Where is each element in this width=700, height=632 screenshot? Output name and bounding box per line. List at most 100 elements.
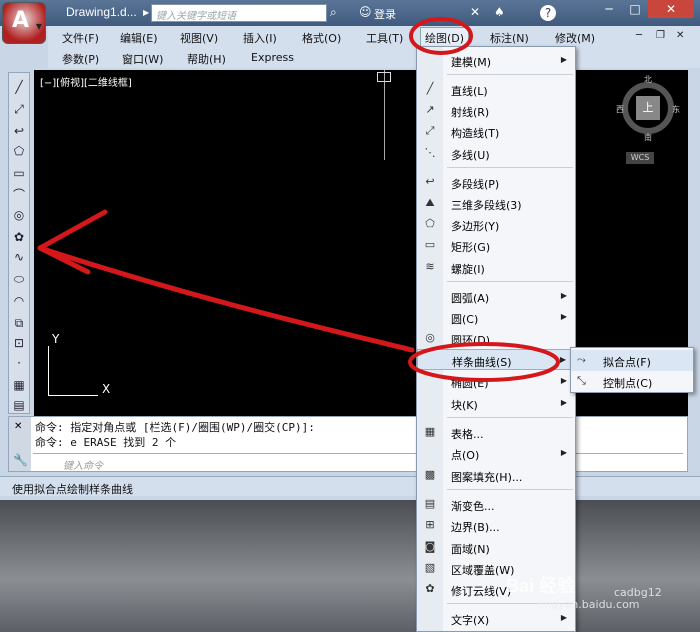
viewcube-top-face[interactable]: 上 xyxy=(636,96,660,120)
menu-item-gradient[interactable]: ▤ 渐变色... xyxy=(417,494,575,515)
menu-item-modeling[interactable]: 建模(M) ▶ xyxy=(417,50,575,71)
mdi-restore-icon[interactable]: ❐ xyxy=(656,30,665,41)
menu-file[interactable]: 文件(F) xyxy=(62,30,99,46)
hatch-icon: ▩ xyxy=(424,468,436,481)
application-menu-button[interactable]: A ▼ xyxy=(2,2,46,44)
menu-view[interactable]: 视图(V) xyxy=(180,30,218,46)
insert-block-icon[interactable]: ⧉ xyxy=(11,315,27,331)
menu-item-label: 面域(N) xyxy=(451,543,490,556)
menu-item-pline[interactable]: ↩ 多段线(P) xyxy=(417,172,575,193)
menu-item-label: 表格... xyxy=(451,428,484,441)
ellipse-icon[interactable]: ⬭ xyxy=(11,271,27,287)
menu-item-helix[interactable]: ≋ 螺旋(I) xyxy=(417,257,575,278)
menu-item-label: 直线(L) xyxy=(451,85,488,98)
wrench-icon[interactable]: 🔧 xyxy=(13,453,28,467)
viewport-controls-label[interactable]: [−][俯视][二维线框] xyxy=(40,74,132,89)
menu-item-text[interactable]: 文字(X) ▶ xyxy=(417,608,575,629)
ellipse-arc-icon[interactable]: ◠ xyxy=(11,293,27,309)
gradient-icon[interactable]: ▤ xyxy=(11,397,27,413)
point-icon[interactable]: · xyxy=(11,355,27,371)
menu-item-ellipse[interactable]: 椭圆(E) ▶ xyxy=(417,371,575,392)
menu-item-rectangle[interactable]: ▭ 矩形(G) xyxy=(417,235,575,256)
submenu-item-control-vertices[interactable]: ⤡ 控制点(C) xyxy=(571,371,693,392)
close-icon[interactable]: ✕ xyxy=(14,421,22,432)
menu-item-label: 多段线(P) xyxy=(451,178,500,191)
menu-express[interactable]: Express xyxy=(251,51,294,64)
menu-item-label: 样条曲线(S) xyxy=(452,356,512,369)
command-input[interactable]: 键入命令 xyxy=(33,453,683,472)
a360-icon[interactable]: ♠ xyxy=(494,5,505,19)
make-block-icon[interactable]: ⊡ xyxy=(11,335,27,351)
pline-icon[interactable]: ↩ xyxy=(11,123,27,139)
menu-modify[interactable]: 修改(M) xyxy=(555,30,595,46)
maximize-icon[interactable]: □ xyxy=(622,0,648,18)
submenu-arrow-icon: ▶ xyxy=(560,448,567,457)
compass-east[interactable]: 东 xyxy=(672,104,680,115)
compass-north[interactable]: 北 xyxy=(644,74,652,85)
menu-item-label: 点(O) xyxy=(451,449,480,462)
menu-item-label: 螺旋(I) xyxy=(451,263,485,276)
viewcube[interactable]: 上 xyxy=(622,82,674,134)
wcs-menu[interactable]: WCS xyxy=(626,152,654,164)
command-window-handle[interactable]: ✕ 🔧 xyxy=(9,417,31,471)
pline-icon: ↩ xyxy=(425,175,435,188)
menu-item-circle[interactable]: 圆(C) ▶ xyxy=(417,307,575,328)
menu-format[interactable]: 格式(O) xyxy=(302,30,341,46)
binoculars-icon[interactable]: ⌕ xyxy=(330,5,337,20)
menu-item-region[interactable]: ◙ 面域(N) xyxy=(417,537,575,558)
arc-icon[interactable]: ⌒ xyxy=(11,187,27,203)
menu-item-label: 多线(U) xyxy=(451,149,490,162)
spline-icon[interactable]: ∿ xyxy=(11,249,27,265)
menu-item-polygon[interactable]: ⬠ 多边形(Y) xyxy=(417,214,575,235)
drawing-canvas[interactable]: [−][俯视][二维线框] Y X xyxy=(34,70,417,416)
menu-item-point[interactable]: 点(O) ▶ xyxy=(417,443,575,464)
menu-parameters[interactable]: 参数(P) xyxy=(62,51,99,67)
mdi-minimize-icon[interactable]: ─ xyxy=(636,30,642,41)
menu-dimension[interactable]: 标注(N) xyxy=(490,30,529,46)
minimize-icon[interactable]: ─ xyxy=(596,0,622,18)
menu-item-donut[interactable]: ◎ 圆环(D) xyxy=(417,328,575,349)
hatch-icon[interactable]: ▦ xyxy=(11,377,27,393)
menu-help[interactable]: 帮助(H) xyxy=(187,51,226,67)
help-button[interactable]: ? xyxy=(540,5,556,21)
close-icon[interactable]: ✕ xyxy=(648,0,694,18)
spline-cv-icon: ⤡ xyxy=(577,374,586,387)
menu-item-hatch[interactable]: ▩ 图案填充(H)... xyxy=(417,465,575,486)
login-button[interactable]: 登录 xyxy=(374,6,396,22)
menu-item-mline[interactable]: ⋱ 多线(U) xyxy=(417,143,575,164)
compass-south[interactable]: 南 xyxy=(644,132,652,143)
menu-item-spline[interactable]: 样条曲线(S) ▶ xyxy=(417,349,575,370)
baidu-watermark-url: jingyan.baidu.com xyxy=(538,598,640,611)
compass-west[interactable]: 西 xyxy=(616,104,624,115)
menu-item-xline[interactable]: ⤢ 构造线(T) xyxy=(417,121,575,142)
menu-item-block[interactable]: 块(K) ▶ xyxy=(417,393,575,414)
menu-item-line[interactable]: ╱ 直线(L) xyxy=(417,79,575,100)
line-icon[interactable]: ╱ xyxy=(11,79,27,95)
submenu-item-fit-points[interactable]: ⤳ 拟合点(F) xyxy=(571,350,693,371)
revcloud-icon[interactable]: ✿ xyxy=(11,229,27,245)
menu-item-label: 圆(C) xyxy=(451,313,479,326)
menu-tools[interactable]: 工具(T) xyxy=(366,30,403,46)
menu-insert[interactable]: 插入(I) xyxy=(243,30,277,46)
circle-icon[interactable]: ◎ xyxy=(11,207,27,223)
menu-window[interactable]: 窗口(W) xyxy=(122,51,163,67)
xline-icon[interactable]: ⤢ xyxy=(11,101,27,117)
title-expand-icon[interactable]: ▶ xyxy=(143,8,149,17)
rectangle-icon[interactable]: ▭ xyxy=(11,165,27,181)
menu-item-label: 块(K) xyxy=(451,399,478,412)
mdi-close-icon[interactable]: ✕ xyxy=(676,30,684,41)
exchange-icon[interactable]: ✕ xyxy=(470,5,480,19)
ucs-y-label: Y xyxy=(52,332,60,346)
menu-item-boundary[interactable]: ⊞ 边界(B)... xyxy=(417,515,575,536)
menu-edit[interactable]: 编辑(E) xyxy=(120,30,158,46)
desktop-background xyxy=(0,500,700,632)
menu-item-arc[interactable]: 圆弧(A) ▶ xyxy=(417,286,575,307)
search-input[interactable]: 键入关键字或短语 xyxy=(151,4,327,22)
menu-item-ray[interactable]: ↗ 射线(R) xyxy=(417,100,575,121)
menu-item-table[interactable]: ▦ 表格... xyxy=(417,422,575,443)
menu-item-3dpoly[interactable]: ⛰ 三维多段线(3) xyxy=(417,193,575,214)
polygon-icon[interactable]: ⬠ xyxy=(11,143,27,159)
boundary-icon: ⊞ xyxy=(425,518,435,531)
document-title: Drawing1.d... xyxy=(66,5,137,19)
user-icon[interactable]: ☺ xyxy=(359,5,372,19)
